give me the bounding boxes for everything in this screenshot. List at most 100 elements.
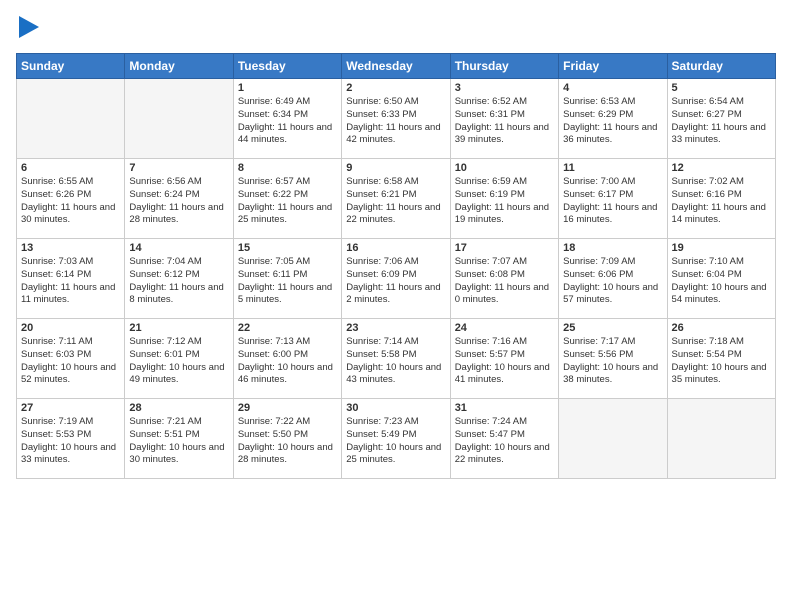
calendar-cell: 26 Sunrise: 7:18 AM Sunset: 5:54 PM Dayli… — [667, 319, 775, 399]
day-info: Sunrise: 7:05 AM Sunset: 6:11 PM Dayligh… — [238, 256, 337, 307]
calendar-cell: 10Sunrise: 6:59 AM Sunset: 6:19 PM Dayli… — [450, 159, 558, 239]
day-info: Sunrise: 6:52 AM Sunset: 6:31 PM Dayligh… — [455, 96, 554, 147]
day-info: Sunrise: 7:16 AM Sunset: 5:57 PM Dayligh… — [455, 336, 554, 387]
calendar-cell: 5 Sunrise: 6:54 AM Sunset: 6:27 PM Daylig… — [667, 79, 775, 159]
day-info: Sunrise: 7:13 AM Sunset: 6:00 PM Dayligh… — [238, 336, 337, 387]
day-number: 27 — [21, 402, 120, 414]
day-number: 13 — [21, 242, 120, 254]
day-info: Sunrise: 7:09 AM Sunset: 6:06 PM Dayligh… — [563, 256, 662, 307]
day-number: 28 — [129, 402, 228, 414]
calendar-cell: 24Sunrise: 7:16 AM Sunset: 5:57 PM Dayli… — [450, 319, 558, 399]
day-info: Sunrise: 7:23 AM Sunset: 5:49 PM Dayligh… — [346, 416, 445, 467]
calendar-cell: 21 Sunrise: 7:12 AM Sunset: 6:01 PM Dayli… — [125, 319, 233, 399]
calendar-cell: 7 Sunrise: 6:56 AM Sunset: 6:24 PM Daylig… — [125, 159, 233, 239]
day-number: 10 — [455, 162, 554, 174]
day-info: Sunrise: 7:07 AM Sunset: 6:08 PM Dayligh… — [455, 256, 554, 307]
calendar-cell: 25 Sunrise: 7:17 AM Sunset: 5:56 PM Dayli… — [559, 319, 667, 399]
day-number: 5 — [672, 82, 771, 94]
page-container: SundayMondayTuesdayWednesdayThursdayFrid… — [0, 0, 792, 487]
day-info: Sunrise: 7:24 AM Sunset: 5:47 PM Dayligh… — [455, 416, 554, 467]
day-info: Sunrise: 7:04 AM Sunset: 6:12 PM Dayligh… — [129, 256, 228, 307]
calendar-cell: 27 Sunrise: 7:19 AM Sunset: 5:53 PM Dayli… — [17, 399, 125, 479]
calendar-cell: 28 Sunrise: 7:21 AM Sunset: 5:51 PM Dayli… — [125, 399, 233, 479]
day-number: 15 — [238, 242, 337, 254]
day-info: Sunrise: 6:53 AM Sunset: 6:29 PM Dayligh… — [563, 96, 662, 147]
day-info: Sunrise: 7:21 AM Sunset: 5:51 PM Dayligh… — [129, 416, 228, 467]
week-row-5: 27 Sunrise: 7:19 AM Sunset: 5:53 PM Dayli… — [17, 399, 776, 479]
day-info: Sunrise: 7:18 AM Sunset: 5:54 PM Dayligh… — [672, 336, 771, 387]
calendar-cell — [17, 79, 125, 159]
calendar-cell: 11 Sunrise: 7:00 AM Sunset: 6:17 PM Dayli… — [559, 159, 667, 239]
day-info: Sunrise: 6:58 AM Sunset: 6:21 PM Dayligh… — [346, 176, 445, 227]
week-row-3: 13 Sunrise: 7:03 AM Sunset: 6:14 PM Dayli… — [17, 239, 776, 319]
day-info: Sunrise: 7:00 AM Sunset: 6:17 PM Dayligh… — [563, 176, 662, 227]
day-number: 19 — [672, 242, 771, 254]
day-number: 3 — [455, 82, 554, 94]
day-info: Sunrise: 7:10 AM Sunset: 6:04 PM Dayligh… — [672, 256, 771, 307]
day-header-monday: Monday — [125, 54, 233, 79]
day-number: 1 — [238, 82, 337, 94]
day-header-saturday: Saturday — [667, 54, 775, 79]
day-number: 23 — [346, 322, 445, 334]
day-info: Sunrise: 6:55 AM Sunset: 6:26 PM Dayligh… — [21, 176, 120, 227]
calendar-cell: 19 Sunrise: 7:10 AM Sunset: 6:04 PM Dayli… — [667, 239, 775, 319]
calendar-cell: 30 Sunrise: 7:23 AM Sunset: 5:49 PM Dayli… — [342, 399, 450, 479]
day-header-wednesday: Wednesday — [342, 54, 450, 79]
day-number: 2 — [346, 82, 445, 94]
day-info: Sunrise: 7:11 AM Sunset: 6:03 PM Dayligh… — [21, 336, 120, 387]
day-header-thursday: Thursday — [450, 54, 558, 79]
logo-arrow-icon — [19, 16, 39, 38]
day-header-sunday: Sunday — [17, 54, 125, 79]
calendar-cell: 3 Sunrise: 6:52 AM Sunset: 6:31 PM Daylig… — [450, 79, 558, 159]
calendar-cell: 1 Sunrise: 6:49 AM Sunset: 6:34 PM Daylig… — [233, 79, 341, 159]
calendar-cell: 20 Sunrise: 7:11 AM Sunset: 6:03 PM Dayli… — [17, 319, 125, 399]
calendar-cell: 6 Sunrise: 6:55 AM Sunset: 6:26 PM Daylig… — [17, 159, 125, 239]
calendar-cell: 23 Sunrise: 7:14 AM Sunset: 5:58 PM Dayli… — [342, 319, 450, 399]
day-info: Sunrise: 7:03 AM Sunset: 6:14 PM Dayligh… — [21, 256, 120, 307]
calendar-cell: 15 Sunrise: 7:05 AM Sunset: 6:11 PM Dayli… — [233, 239, 341, 319]
day-number: 22 — [238, 322, 337, 334]
day-number: 11 — [563, 162, 662, 174]
calendar-cell — [125, 79, 233, 159]
day-info: Sunrise: 7:22 AM Sunset: 5:50 PM Dayligh… — [238, 416, 337, 467]
calendar-cell: 8 Sunrise: 6:57 AM Sunset: 6:22 PM Daylig… — [233, 159, 341, 239]
day-info: Sunrise: 6:54 AM Sunset: 6:27 PM Dayligh… — [672, 96, 771, 147]
day-number: 8 — [238, 162, 337, 174]
calendar-cell: 18 Sunrise: 7:09 AM Sunset: 6:06 PM Dayli… — [559, 239, 667, 319]
header-row: SundayMondayTuesdayWednesdayThursdayFrid… — [17, 54, 776, 79]
day-number: 7 — [129, 162, 228, 174]
calendar-cell: 22 Sunrise: 7:13 AM Sunset: 6:00 PM Dayli… — [233, 319, 341, 399]
day-number: 25 — [563, 322, 662, 334]
day-info: Sunrise: 7:12 AM Sunset: 6:01 PM Dayligh… — [129, 336, 228, 387]
calendar-cell: 12Sunrise: 7:02 AM Sunset: 6:16 PM Dayli… — [667, 159, 775, 239]
day-number: 31 — [455, 402, 554, 414]
calendar-cell: 29 Sunrise: 7:22 AM Sunset: 5:50 PM Dayli… — [233, 399, 341, 479]
calendar-table: SundayMondayTuesdayWednesdayThursdayFrid… — [16, 53, 776, 479]
day-number: 29 — [238, 402, 337, 414]
day-info: Sunrise: 7:02 AM Sunset: 6:16 PM Dayligh… — [672, 176, 771, 227]
day-number: 18 — [563, 242, 662, 254]
day-number: 6 — [21, 162, 120, 174]
day-info: Sunrise: 6:49 AM Sunset: 6:34 PM Dayligh… — [238, 96, 337, 147]
day-number: 14 — [129, 242, 228, 254]
day-header-tuesday: Tuesday — [233, 54, 341, 79]
day-number: 26 — [672, 322, 771, 334]
day-info: Sunrise: 6:57 AM Sunset: 6:22 PM Dayligh… — [238, 176, 337, 227]
header — [16, 12, 776, 43]
calendar-cell — [559, 399, 667, 479]
day-info: Sunrise: 6:56 AM Sunset: 6:24 PM Dayligh… — [129, 176, 228, 227]
day-number: 4 — [563, 82, 662, 94]
week-row-4: 20 Sunrise: 7:11 AM Sunset: 6:03 PM Dayli… — [17, 319, 776, 399]
day-info: Sunrise: 7:06 AM Sunset: 6:09 PM Dayligh… — [346, 256, 445, 307]
calendar-cell: 14 Sunrise: 7:04 AM Sunset: 6:12 PM Dayli… — [125, 239, 233, 319]
day-number: 30 — [346, 402, 445, 414]
day-number: 9 — [346, 162, 445, 174]
day-info: Sunrise: 7:19 AM Sunset: 5:53 PM Dayligh… — [21, 416, 120, 467]
day-number: 20 — [21, 322, 120, 334]
day-info: Sunrise: 7:17 AM Sunset: 5:56 PM Dayligh… — [563, 336, 662, 387]
calendar-cell: 16Sunrise: 7:06 AM Sunset: 6:09 PM Dayli… — [342, 239, 450, 319]
day-info: Sunrise: 7:14 AM Sunset: 5:58 PM Dayligh… — [346, 336, 445, 387]
calendar-cell: 17Sunrise: 7:07 AM Sunset: 6:08 PM Dayli… — [450, 239, 558, 319]
calendar-cell — [667, 399, 775, 479]
day-number: 21 — [129, 322, 228, 334]
